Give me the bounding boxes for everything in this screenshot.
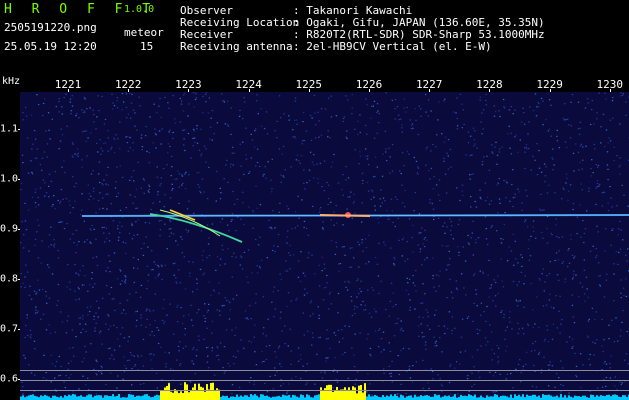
meteor-burst-trail: [319, 214, 371, 217]
grid-line: [20, 390, 629, 391]
meteor-count: 15: [140, 40, 154, 53]
header-panel: H R O F F T 1.0.0 2505191220.png 25.05.1…: [0, 0, 629, 56]
y-tick-label: 1.1: [0, 123, 19, 135]
grid-line: [20, 380, 629, 381]
app-version: 1.0.0: [124, 4, 155, 15]
y-tick-label: 0.9: [0, 223, 19, 235]
grid-line: [20, 370, 629, 371]
noise-speckle: [20, 92, 629, 400]
file-name: 2505191220.png: [4, 21, 97, 34]
y-tick-label: 0.6: [0, 373, 19, 385]
file-datetime: 25.05.19 12:20: [4, 40, 97, 53]
spectrogram-canvas: [20, 92, 629, 400]
y-tick-label: 0.8: [0, 273, 19, 285]
baseline-activity: [20, 382, 629, 400]
y-tick-label: 0.7: [0, 323, 19, 335]
spectrogram-plot: [20, 92, 629, 400]
y-tick-label: 1.0: [0, 173, 19, 185]
info-antenna: Receiving antenna: 2el-HB9CV Vertical (e…: [180, 40, 492, 53]
y-axis-unit: kHz: [2, 76, 21, 87]
meteor-streak: [149, 213, 243, 243]
meteor-label: meteor: [124, 26, 164, 39]
station-info: Observer: Takanori Kawachi Receiving Loc…: [180, 5, 545, 53]
